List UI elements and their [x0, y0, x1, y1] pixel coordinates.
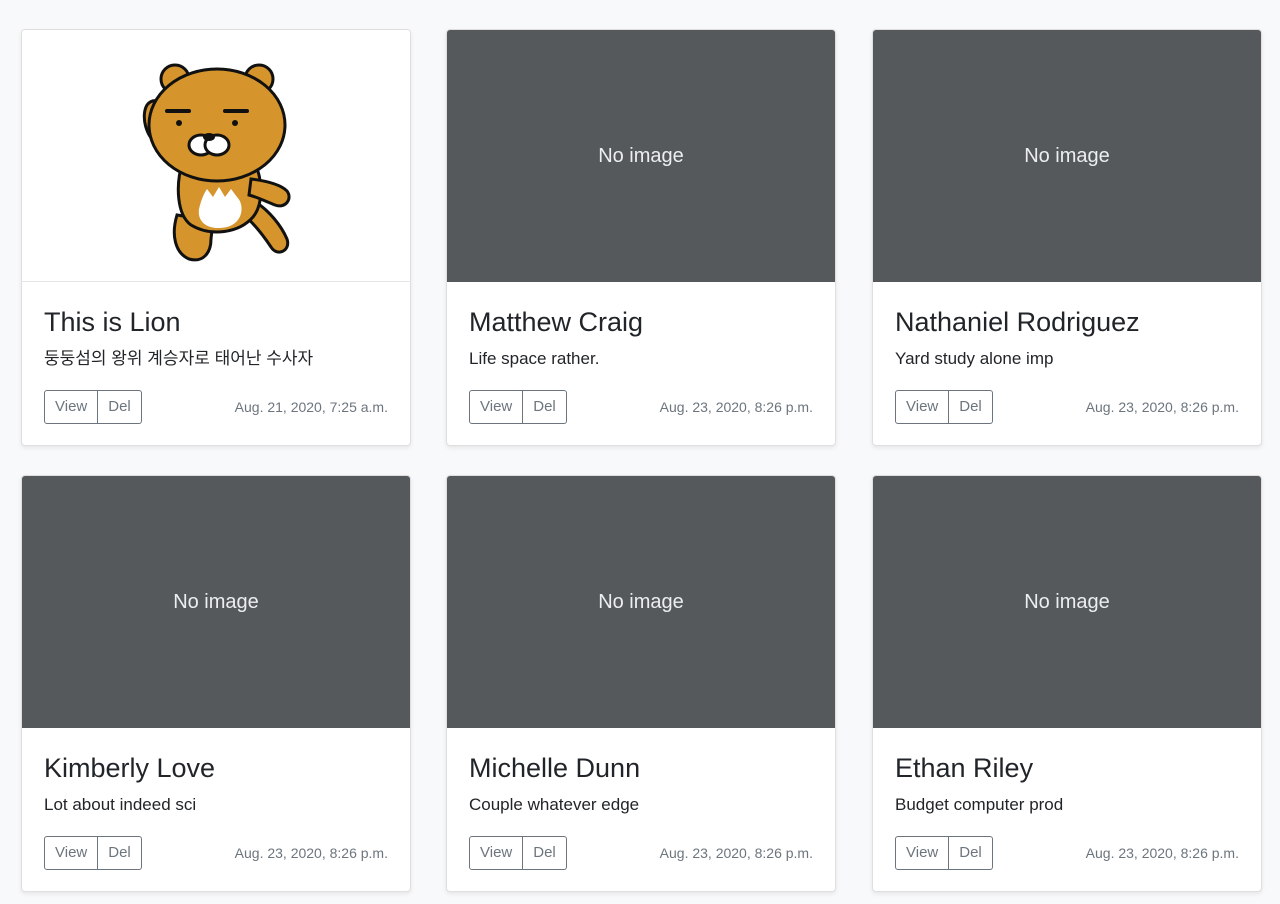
- card-date: Aug. 23, 2020, 8:26 p.m.: [234, 845, 388, 861]
- card-body: Kimberly Love Lot about indeed sci View …: [22, 752, 410, 870]
- card-body: Nathaniel Rodriguez Yard study alone imp…: [873, 306, 1261, 424]
- image-placeholder: No image: [447, 476, 835, 728]
- card-image: [22, 30, 410, 282]
- post-card: No image Matthew Craig Life space rather…: [446, 29, 836, 446]
- card-date: Aug. 23, 2020, 8:26 p.m.: [659, 399, 813, 415]
- view-button[interactable]: View: [44, 836, 99, 870]
- card-text: Lot about indeed sci: [44, 795, 197, 814]
- card-footer: View Del Aug. 23, 2020, 8:26 p.m.: [469, 390, 813, 424]
- view-button[interactable]: View: [469, 390, 524, 424]
- card-body: Michelle Dunn Couple whatever edge View …: [447, 752, 835, 870]
- card-body: This is Lion 둥둥섬의 왕위 계승자로 태어난 수사자 View D…: [22, 306, 410, 424]
- view-button[interactable]: View: [895, 836, 950, 870]
- card-text: Couple whatever edge: [469, 795, 640, 814]
- card-date: Aug. 23, 2020, 8:26 p.m.: [659, 845, 813, 861]
- card-title: This is Lion: [44, 307, 181, 337]
- card-title: Ethan Riley: [895, 753, 1034, 783]
- card-date: Aug. 23, 2020, 8:26 p.m.: [1085, 845, 1239, 861]
- card-title: Matthew Craig: [469, 307, 644, 337]
- delete-button[interactable]: Del: [949, 390, 993, 424]
- post-card: No image Ethan Riley Budget computer pro…: [872, 475, 1262, 892]
- button-group: View Del: [469, 836, 567, 870]
- post-card: No image Kimberly Love Lot about indeed …: [21, 475, 411, 892]
- image-placeholder: No image: [873, 476, 1261, 728]
- view-button[interactable]: View: [469, 836, 524, 870]
- button-group: View Del: [895, 390, 993, 424]
- card-text: Budget computer prod: [895, 795, 1064, 814]
- card-date: Aug. 21, 2020, 7:25 a.m.: [234, 399, 388, 415]
- card-text: Life space rather.: [469, 349, 600, 368]
- card-date: Aug. 23, 2020, 8:26 p.m.: [1085, 399, 1239, 415]
- card-body: Matthew Craig Life space rather. View De…: [447, 306, 835, 424]
- image-placeholder: No image: [447, 30, 835, 282]
- card-grid: This is Lion 둥둥섬의 왕위 계승자로 태어난 수사자 View D…: [0, 0, 1280, 904]
- post-card: No image Michelle Dunn Couple whatever e…: [446, 475, 836, 892]
- button-group: View Del: [44, 390, 142, 424]
- card-body: Ethan Riley Budget computer prod View De…: [873, 752, 1261, 870]
- delete-button[interactable]: Del: [98, 836, 142, 870]
- post-card: No image Nathaniel Rodriguez Yard study …: [872, 29, 1262, 446]
- card-title: Nathaniel Rodriguez: [895, 307, 1140, 337]
- delete-button[interactable]: Del: [98, 390, 142, 424]
- button-group: View Del: [895, 836, 993, 870]
- post-card: This is Lion 둥둥섬의 왕위 계승자로 태어난 수사자 View D…: [21, 29, 411, 446]
- card-footer: View Del Aug. 23, 2020, 8:26 p.m.: [44, 836, 388, 870]
- card-text: 둥둥섬의 왕위 계승자로 태어난 수사자: [44, 349, 314, 368]
- delete-button[interactable]: Del: [949, 836, 993, 870]
- card-footer: View Del Aug. 23, 2020, 8:26 p.m.: [895, 836, 1239, 870]
- card-footer: View Del Aug. 23, 2020, 8:26 p.m.: [895, 390, 1239, 424]
- card-title: Kimberly Love: [44, 753, 216, 783]
- image-placeholder: No image: [22, 476, 410, 728]
- view-button[interactable]: View: [44, 390, 99, 424]
- card-footer: View Del Aug. 23, 2020, 8:26 p.m.: [469, 836, 813, 870]
- image-placeholder: No image: [873, 30, 1261, 282]
- button-group: View Del: [469, 390, 567, 424]
- delete-button[interactable]: Del: [523, 836, 567, 870]
- lion-character-icon: [142, 63, 291, 261]
- view-button[interactable]: View: [895, 390, 950, 424]
- card-text: Yard study alone imp: [895, 349, 1054, 368]
- card-footer: View Del Aug. 21, 2020, 7:25 a.m.: [44, 390, 388, 424]
- delete-button[interactable]: Del: [523, 390, 567, 424]
- button-group: View Del: [44, 836, 142, 870]
- card-title: Michelle Dunn: [469, 753, 641, 783]
